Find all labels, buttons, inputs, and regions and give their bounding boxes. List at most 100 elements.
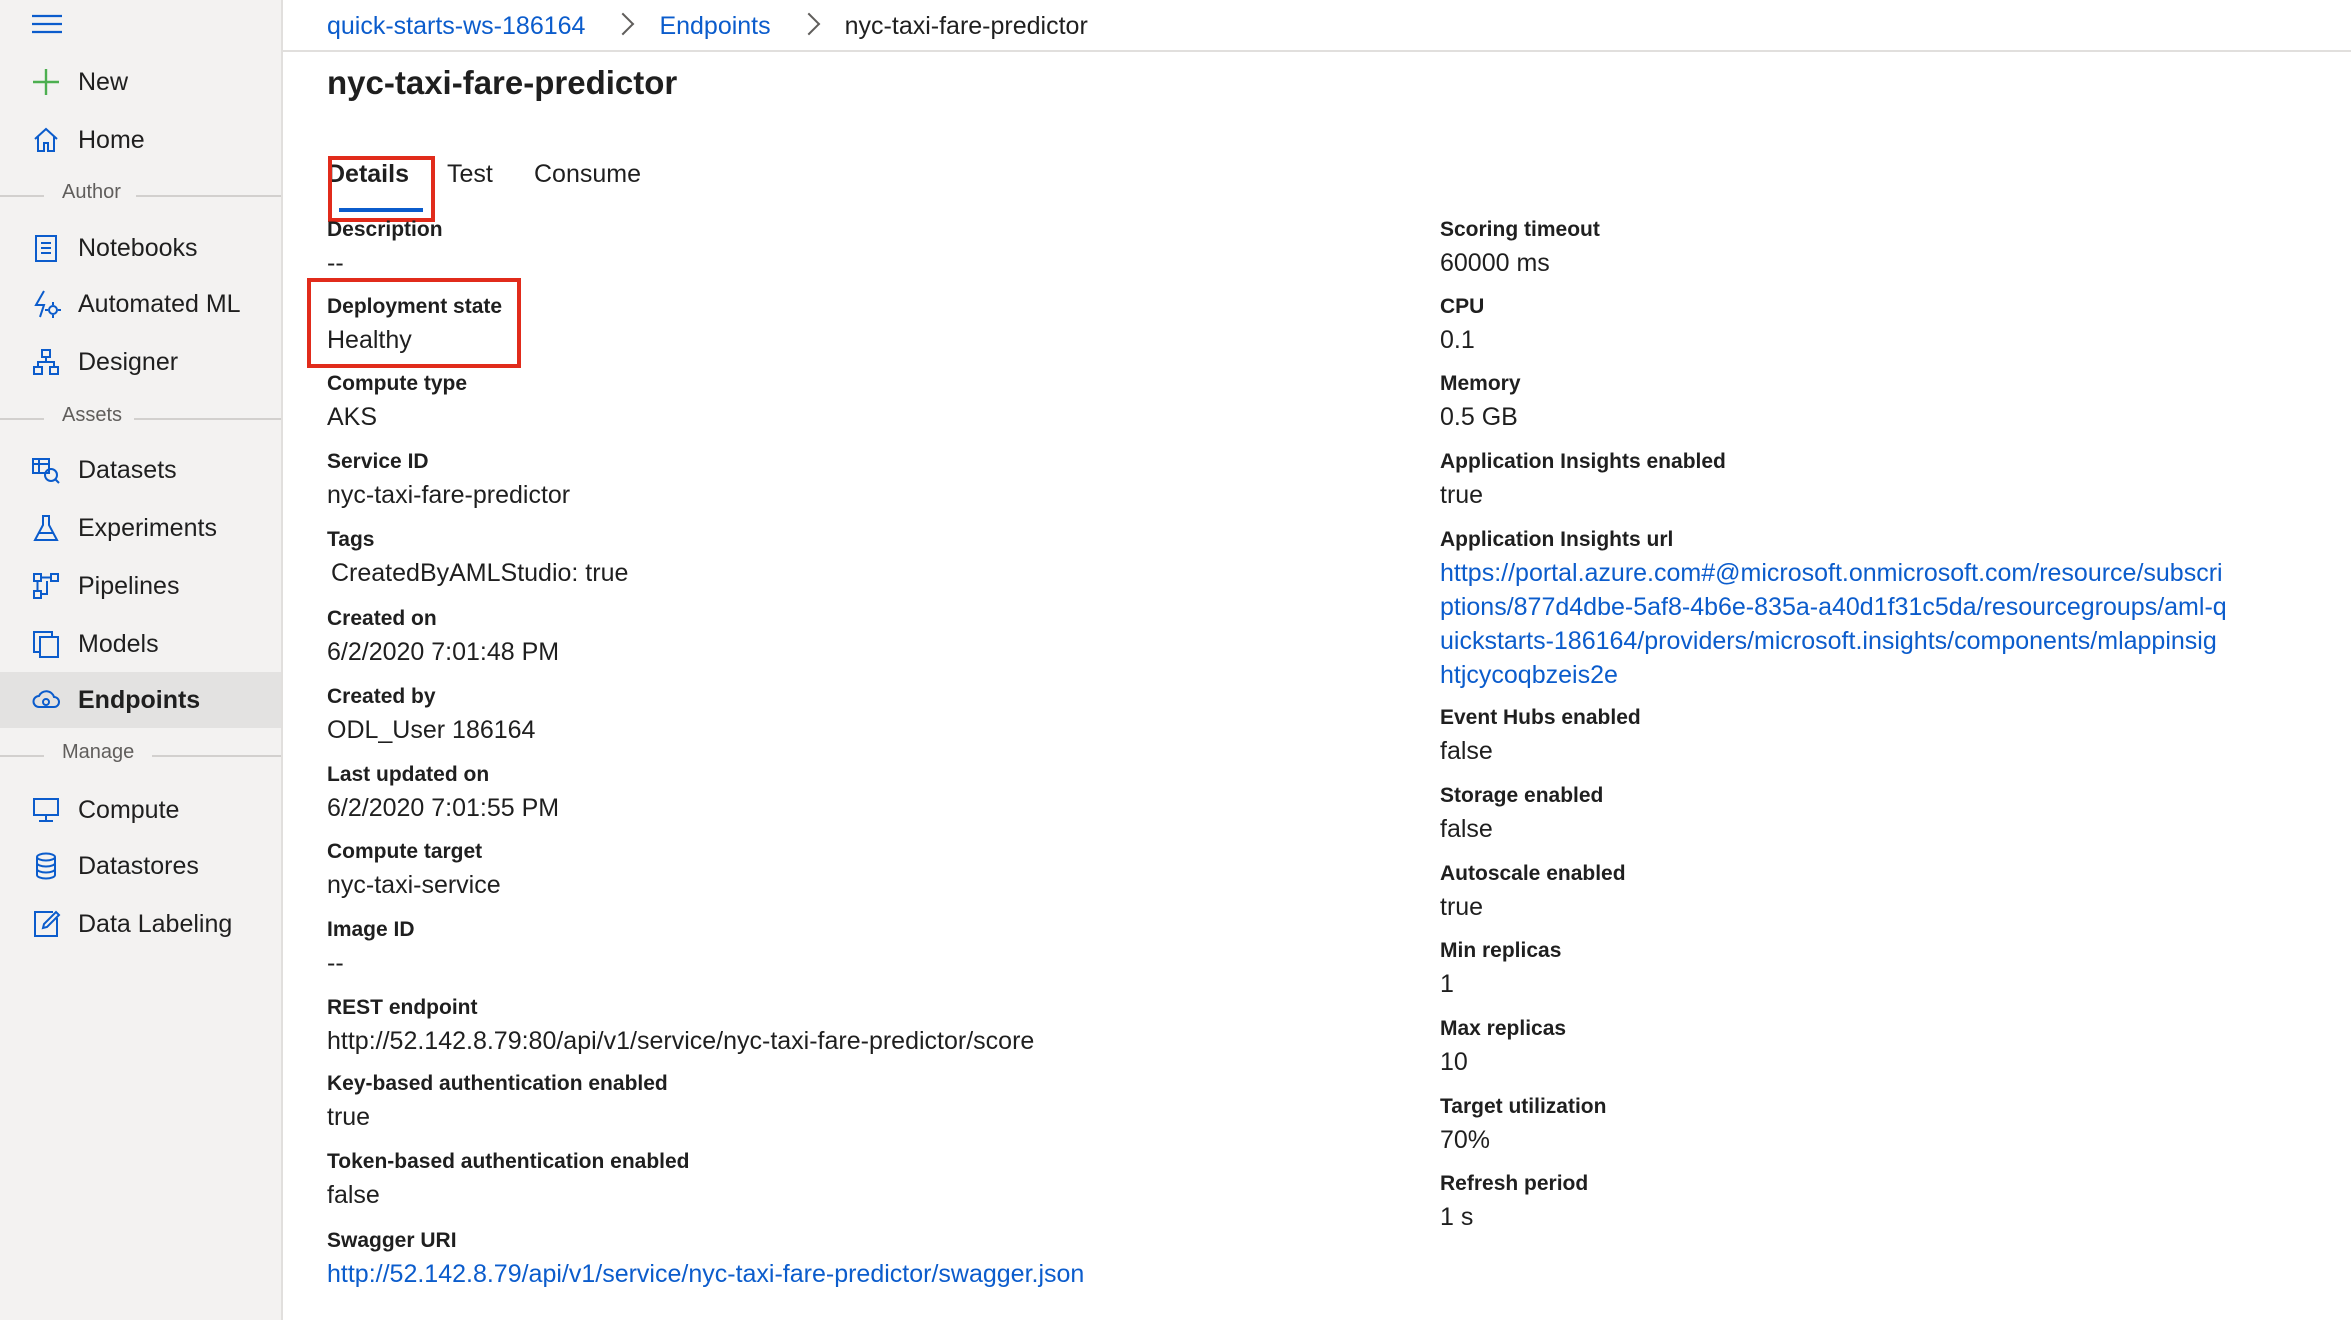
url-line: uickstarts-186164/providers/microsoft.in…: [1440, 627, 2217, 655]
tag-chip: CreatedByAMLStudio: true: [331, 559, 629, 587]
section-manage-label: Manage: [62, 741, 135, 763]
nav-new[interactable]: New: [0, 54, 281, 110]
field-event-hubs-enabled: Event Hubs enabled false: [1440, 704, 1641, 768]
field-app-insights-url: Application Insights url https://portal.…: [1440, 526, 2227, 692]
field-value: false: [1440, 815, 1493, 843]
nav-notebooks-label: Notebooks: [78, 233, 198, 262]
chevron-right-icon: [612, 12, 635, 36]
main-content: quick-starts-ws-186164 Endpoints nyc-tax…: [283, 0, 2351, 1320]
field-label: Min replicas: [1440, 939, 1562, 962]
nav-home-label: Home: [78, 125, 145, 154]
notebook-icon: [31, 233, 61, 263]
nav-datasets-label: Datasets: [78, 455, 177, 484]
monitor-icon: [31, 795, 61, 825]
section-author-label: Author: [62, 181, 121, 203]
field-label: Last updated on: [327, 763, 490, 786]
field-memory: Memory 0.5 GB: [1440, 370, 1521, 434]
field-last-updated-on: Last updated on 6/2/2020 7:01:55 PM: [327, 761, 559, 825]
field-label: Description: [327, 218, 443, 241]
field-label: Autoscale enabled: [1440, 862, 1626, 885]
section-assets-label: Assets: [62, 404, 123, 426]
field-value: 1: [1440, 970, 1454, 998]
field-value: 10: [1440, 1048, 1468, 1076]
nav-data-labeling-label: Data Labeling: [78, 909, 233, 938]
nav-pipelines[interactable]: Pipelines: [0, 558, 281, 614]
nav-notebooks[interactable]: Notebooks: [0, 220, 281, 276]
field-min-replicas: Min replicas 1: [1440, 937, 1561, 1001]
nav-data-labeling[interactable]: Data Labeling: [0, 896, 281, 952]
field-label: Compute type: [327, 372, 468, 395]
breadcrumb-endpoints-link[interactable]: Endpoints: [659, 12, 770, 41]
edit-icon: [31, 909, 61, 939]
field-value: 6/2/2020 7:01:48 PM: [327, 638, 560, 666]
breadcrumb-workspace-link[interactable]: quick-starts-ws-186164: [327, 12, 585, 41]
nav-pipelines-label: Pipelines: [78, 571, 180, 600]
field-value: false: [1440, 737, 1493, 765]
nav-models[interactable]: Models: [0, 616, 281, 672]
field-value: 60000 ms: [1440, 249, 1550, 277]
field-value: --: [327, 949, 344, 977]
field-label: Token-based authentication enabled: [327, 1150, 690, 1173]
left-navigation: New Home Author Notebooks Automated ML D…: [0, 0, 283, 1320]
field-value: true: [1440, 481, 1484, 509]
chevron-right-icon: [797, 12, 820, 36]
field-label: Application Insights enabled: [1440, 450, 1726, 473]
flask-icon: [31, 513, 61, 543]
field-created-by: Created by ODL_User 186164: [327, 683, 535, 747]
url-line: ptions/877d4dbe-5af8-4b6e-835a-a40d1f31c…: [1440, 593, 2227, 621]
url-line: https://portal.azure.com#@microsoft.onmi…: [1440, 559, 2223, 587]
breadcrumb-current: nyc-taxi-fare-predictor: [844, 11, 1088, 40]
field-swagger-uri: Swagger URI http://52.142.8.79/api/v1/se…: [327, 1227, 1084, 1291]
swagger-uri-link[interactable]: http://52.142.8.79/api/v1/service/nyc-ta…: [327, 1257, 1084, 1291]
field-autoscale-enabled: Autoscale enabled true: [1440, 860, 1626, 924]
field-label: REST endpoint: [327, 996, 478, 1019]
field-tags: Tags CreatedByAMLStudio: true: [327, 526, 628, 590]
field-scoring-timeout: Scoring timeout 60000 ms: [1440, 216, 1600, 280]
field-compute-target: Compute target nyc-taxi-service: [327, 838, 501, 902]
nav-home[interactable]: Home: [0, 112, 281, 168]
nav-automated-ml[interactable]: Automated ML: [0, 276, 281, 332]
dataset-icon: [31, 455, 61, 485]
tab-consume[interactable]: Consume: [534, 160, 641, 189]
field-label: Scoring timeout: [1440, 218, 1600, 241]
field-value: nyc-taxi-service: [327, 871, 501, 899]
field-label: Compute target: [327, 840, 483, 863]
model-icon: [31, 629, 61, 659]
field-label: Memory: [1440, 372, 1521, 395]
breadcrumb: quick-starts-ws-186164 Endpoints nyc-tax…: [327, 8, 1088, 44]
designer-icon: [31, 347, 61, 377]
field-value: 0.5 GB: [1440, 403, 1518, 431]
nav-datastores[interactable]: Datastores: [0, 838, 281, 894]
section-manage: Manage: [0, 740, 281, 770]
field-rest-endpoint: REST endpoint http://52.142.8.79:80/api/…: [327, 994, 1034, 1058]
field-value: 6/2/2020 7:01:55 PM: [327, 794, 560, 822]
app-insights-url-link[interactable]: https://portal.azure.com#@microsoft.onmi…: [1440, 556, 2227, 692]
field-label: Max replicas: [1440, 1017, 1567, 1040]
nav-designer[interactable]: Designer: [0, 334, 281, 390]
field-created-on: Created on 6/2/2020 7:01:48 PM: [327, 605, 559, 669]
nav-endpoints-label: Endpoints: [78, 685, 201, 714]
field-label: Service ID: [327, 450, 429, 473]
field-service-id: Service ID nyc-taxi-fare-predictor: [327, 448, 570, 512]
field-label: Key-based authentication enabled: [327, 1072, 668, 1095]
header-divider: [283, 50, 2351, 52]
nav-datasets[interactable]: Datasets: [0, 442, 281, 498]
field-value: true: [327, 1103, 371, 1131]
field-label: Storage enabled: [1440, 784, 1604, 807]
field-value: 1 s: [1440, 1203, 1474, 1231]
plus-icon: [31, 67, 61, 97]
field-image-id: Image ID --: [327, 916, 415, 980]
page-title: nyc-taxi-fare-predictor: [327, 64, 678, 101]
section-author: Author: [0, 180, 281, 210]
nav-compute[interactable]: Compute: [0, 782, 281, 838]
hamburger-menu-icon[interactable]: [32, 12, 62, 36]
field-value: --: [327, 249, 344, 277]
field-token-auth: Token-based authentication enabled false: [327, 1148, 690, 1212]
field-storage-enabled: Storage enabled false: [1440, 782, 1603, 846]
field-cpu: CPU 0.1: [1440, 293, 1484, 357]
tab-test[interactable]: Test: [447, 160, 493, 189]
field-label: Event Hubs enabled: [1440, 706, 1641, 729]
field-label: Application Insights url: [1440, 528, 1674, 551]
nav-experiments[interactable]: Experiments: [0, 500, 281, 556]
nav-endpoints[interactable]: Endpoints: [0, 672, 281, 728]
